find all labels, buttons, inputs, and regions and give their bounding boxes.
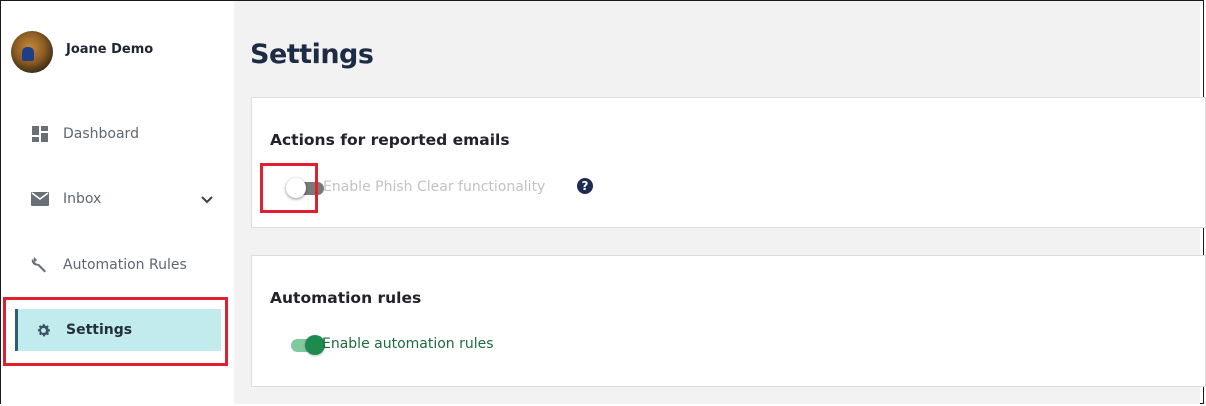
automation-rules-toggle[interactable] — [287, 335, 325, 355]
automation-rules-label: Enable automation rules — [322, 336, 494, 352]
sidebar-item-dashboard[interactable]: Dashboard — [15, 113, 221, 155]
page-title: Settings — [250, 39, 374, 70]
card-automation-rules: Automation rules Enable automation rules — [251, 255, 1206, 387]
user-name: Joane Demo — [66, 41, 154, 57]
mail-icon — [31, 190, 49, 208]
highlight-box-toggle — [260, 163, 318, 213]
highlight-box-settings — [3, 297, 228, 366]
sidebar-item-inbox[interactable]: Inbox — [15, 178, 221, 220]
phish-clear-label: Enable Phish Clear functionality — [323, 179, 546, 195]
avatar — [11, 31, 53, 73]
sidebar-item-label: Inbox — [63, 191, 102, 207]
card-reported-emails: Actions for reported emails Enable Phish… — [251, 97, 1206, 228]
card-title: Actions for reported emails — [270, 131, 510, 149]
user-profile[interactable]: Joane Demo — [11, 29, 153, 75]
main-content: Settings Actions for reported emails Ena… — [234, 1, 1206, 404]
dashboard-icon — [31, 125, 49, 143]
sidebar-item-label: Automation Rules — [63, 257, 187, 273]
chevron-down-icon[interactable] — [201, 192, 213, 208]
card-title: Automation rules — [270, 289, 422, 307]
wrench-icon — [31, 256, 49, 274]
sidebar-item-label: Dashboard — [63, 126, 139, 142]
question-circle-icon[interactable]: ? — [577, 178, 593, 194]
sidebar-item-automation-rules[interactable]: Automation Rules — [15, 244, 221, 286]
avatar-figure — [22, 47, 34, 61]
